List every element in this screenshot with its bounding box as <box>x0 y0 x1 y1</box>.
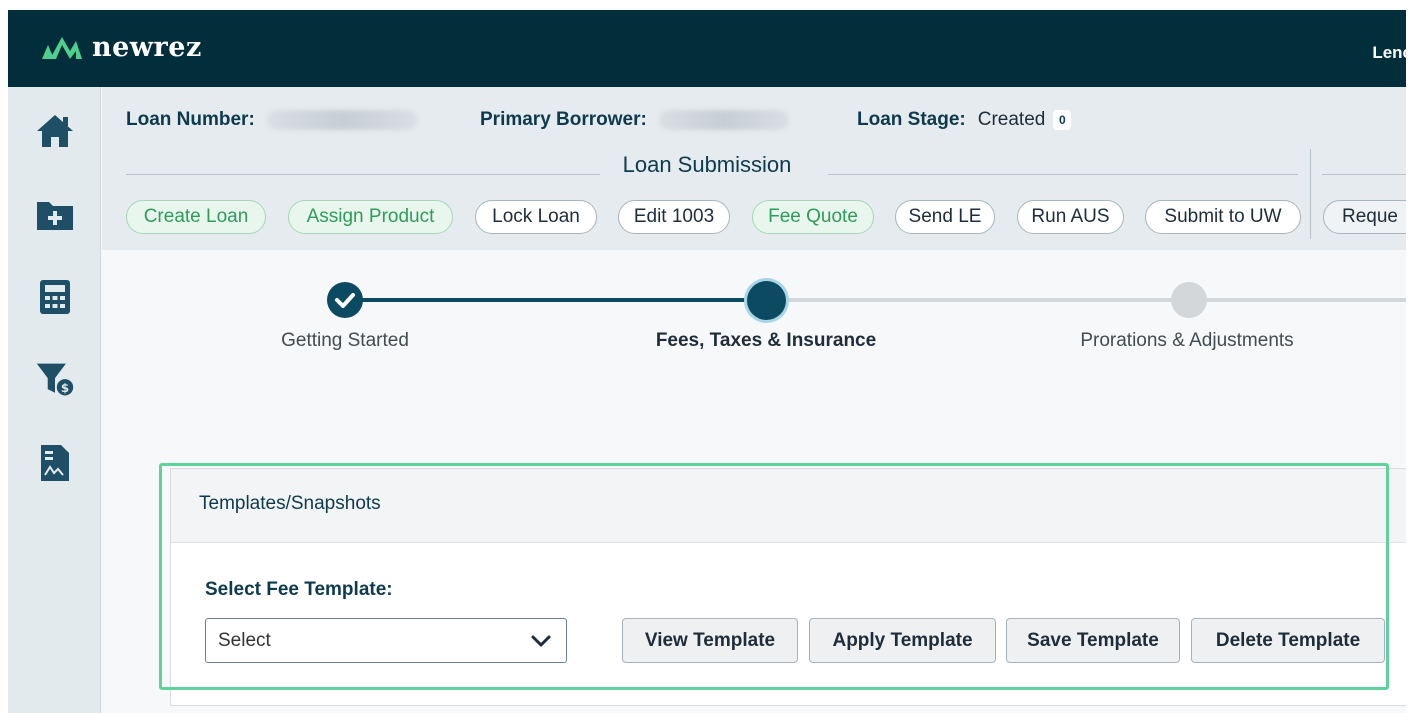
loan-number-label: Loan Number: <box>126 109 255 130</box>
loan-header: Loan Number: Primary Borrower: Loan Stag… <box>102 87 1406 250</box>
newrez-logo[interactable]: newrez <box>40 32 202 63</box>
stepper-remaining-line <box>766 298 1406 302</box>
svg-text:$: $ <box>61 381 69 395</box>
create-loan-button[interactable]: Create Loan <box>126 200 266 234</box>
run-aus-button[interactable]: Run AUS <box>1017 200 1124 234</box>
loan-stage-label: Loan Stage: <box>857 109 966 130</box>
templates-panel: Templates/Snapshots Select Fee Template:… <box>170 468 1406 706</box>
fee-template-select[interactable]: Select <box>205 618 567 663</box>
request-button[interactable]: Reque <box>1323 200 1406 234</box>
check-icon <box>335 293 355 308</box>
templates-panel-title: Templates/Snapshots <box>199 493 381 514</box>
app-frame: newrez Lenc $ Loan Number: Primary Borro… <box>8 10 1406 713</box>
main-content: Getting Started Fees, Taxes & Insurance … <box>102 250 1406 713</box>
primary-borrower-value-redacted <box>658 110 789 130</box>
save-template-button[interactable]: Save Template <box>1006 618 1180 663</box>
lock-loan-button[interactable]: Lock Loan <box>475 200 597 234</box>
filter-dollar-icon[interactable]: $ <box>35 360 75 400</box>
apply-template-button[interactable]: Apply Template <box>809 618 996 663</box>
section-divider-right <box>828 174 1298 175</box>
submit-to-uw-button[interactable]: Submit to UW <box>1145 200 1301 234</box>
step-label-fees-taxes-insurance[interactable]: Fees, Taxes & Insurance <box>656 330 876 352</box>
view-template-button[interactable]: View Template <box>622 618 798 663</box>
calculator-icon[interactable] <box>35 277 75 317</box>
loan-stage-count-badge: 0 <box>1053 110 1072 130</box>
edit-1003-button[interactable]: Edit 1003 <box>618 200 730 234</box>
user-menu[interactable]: Lenc <box>1372 43 1406 63</box>
home-icon[interactable] <box>35 111 75 151</box>
step-upcoming-marker[interactable] <box>1171 282 1207 318</box>
sidebar: $ <box>8 87 101 713</box>
logo-mark-icon <box>42 36 82 59</box>
brand-name: newrez <box>92 32 202 63</box>
step-label-getting-started[interactable]: Getting Started <box>281 330 409 352</box>
delete-template-button[interactable]: Delete Template <box>1191 618 1385 663</box>
primary-borrower: Primary Borrower: <box>480 109 789 131</box>
loan-number-value-redacted <box>266 110 417 130</box>
top-bar: newrez Lenc <box>8 10 1406 87</box>
assign-product-button[interactable]: Assign Product <box>288 200 453 234</box>
loan-stage-value: Created <box>977 109 1046 130</box>
step-label-prorations-adjustments[interactable]: Prorations & Adjustments <box>1080 330 1293 352</box>
loan-stage: Loan Stage: Created 0 <box>857 109 1072 131</box>
send-le-button[interactable]: Send LE <box>895 200 995 234</box>
templates-panel-header[interactable]: Templates/Snapshots <box>171 469 1406 543</box>
folder-add-icon[interactable] <box>35 195 75 235</box>
fee-quote-button[interactable]: Fee Quote <box>752 200 874 234</box>
primary-borrower-label: Primary Borrower: <box>480 109 647 130</box>
step-complete-marker[interactable] <box>327 282 363 318</box>
document-chart-icon[interactable] <box>35 443 75 483</box>
stepper-progress-line <box>344 298 766 302</box>
fee-template-select-value: Select <box>218 630 271 651</box>
section-vertical-divider <box>1310 149 1311 239</box>
select-fee-template-label: Select Fee Template: <box>205 579 393 600</box>
loan-number: Loan Number: <box>126 109 417 131</box>
chevron-down-icon <box>531 635 551 647</box>
section-divider-right-2 <box>1322 174 1406 175</box>
step-active-marker[interactable] <box>747 281 786 320</box>
